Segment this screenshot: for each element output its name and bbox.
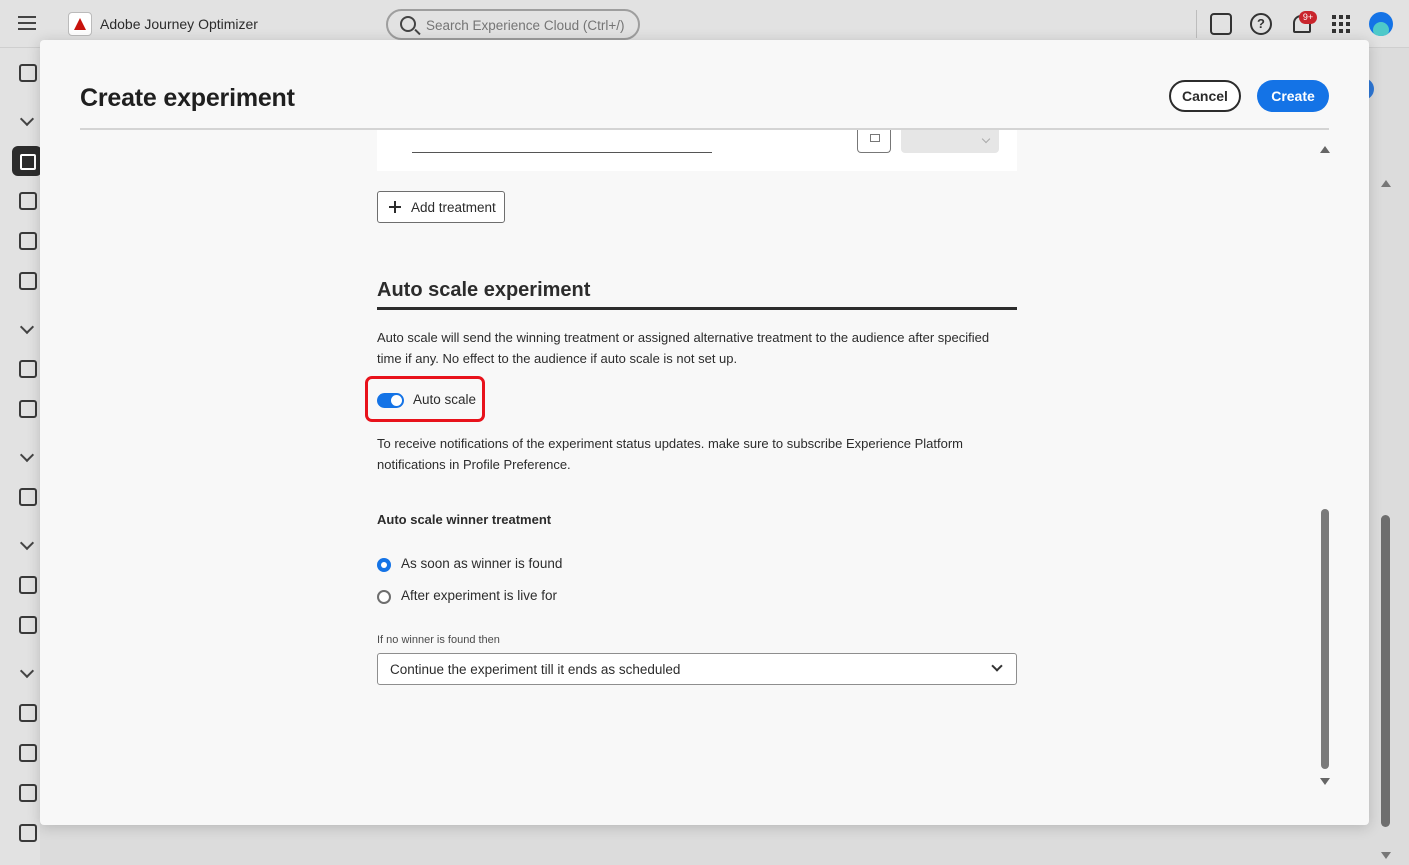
no-winner-value: Continue the experiment till it ends as … bbox=[390, 662, 681, 677]
add-treatment-label: Add treatment bbox=[411, 199, 496, 215]
decisioning-icon[interactable] bbox=[19, 232, 37, 250]
add-treatment-button[interactable]: Add treatment bbox=[377, 191, 505, 223]
auto-scale-toggle[interactable] bbox=[377, 393, 404, 408]
auto-scale-section-title: Auto scale experiment bbox=[377, 279, 591, 301]
apps-grid-icon[interactable] bbox=[1330, 13, 1352, 35]
notification-notice: To receive notifications of the experime… bbox=[377, 436, 964, 472]
offers-icon[interactable] bbox=[19, 360, 37, 378]
adobe-logo-icon[interactable] bbox=[68, 12, 92, 36]
chevron-down-icon[interactable] bbox=[19, 447, 35, 463]
chevron-down-icon[interactable] bbox=[19, 319, 35, 335]
treatment-picker[interactable] bbox=[901, 130, 999, 153]
menu-icon[interactable] bbox=[18, 16, 36, 30]
page-scroll-up-arrow[interactable] bbox=[1381, 180, 1391, 187]
chevron-down-icon[interactable] bbox=[19, 111, 35, 127]
treatment-name-field[interactable] bbox=[412, 152, 712, 153]
cancel-button[interactable]: Cancel bbox=[1169, 80, 1241, 112]
dialog-title: Create experiment bbox=[80, 84, 295, 112]
chevron-down-icon bbox=[991, 660, 1003, 672]
radio-winner-found[interactable] bbox=[377, 558, 391, 572]
left-rail bbox=[0, 48, 42, 865]
auto-scale-description: Auto scale will send the winning treatme… bbox=[377, 330, 990, 366]
plus-icon bbox=[389, 201, 401, 213]
app-name: Adobe Journey Optimizer bbox=[100, 16, 258, 32]
dialog-scrollbar[interactable] bbox=[1321, 509, 1329, 769]
toggle-knob bbox=[391, 395, 402, 406]
calendar-icon[interactable] bbox=[857, 130, 891, 153]
campaign-icon[interactable] bbox=[12, 146, 42, 176]
scroll-up-arrow[interactable] bbox=[1320, 146, 1330, 153]
no-winner-label: If no winner is found then bbox=[377, 634, 500, 646]
radio-live-for-label[interactable]: After experiment is live for bbox=[401, 588, 557, 603]
surfaces-icon[interactable] bbox=[19, 744, 37, 762]
search-input[interactable] bbox=[426, 15, 626, 35]
winner-treatment-heading: Auto scale winner treatment bbox=[377, 512, 552, 527]
create-experiment-dialog: Create experiment Cancel Create Add trea… bbox=[40, 40, 1369, 825]
notification-badge: 9+ bbox=[1299, 11, 1317, 24]
chat-icon[interactable] bbox=[1210, 13, 1232, 35]
search-icon bbox=[400, 16, 416, 32]
help-icon[interactable]: ? bbox=[1250, 13, 1272, 35]
create-button[interactable]: Create bbox=[1257, 80, 1329, 112]
chevron-down-icon[interactable] bbox=[19, 663, 35, 679]
section-divider bbox=[377, 307, 1017, 310]
page-scrollbar[interactable] bbox=[1381, 515, 1390, 827]
radio-winner-found-label[interactable]: As soon as winner is found bbox=[401, 556, 562, 571]
search-box[interactable] bbox=[386, 9, 640, 40]
alerts-icon[interactable] bbox=[19, 784, 37, 802]
home-icon[interactable] bbox=[19, 64, 37, 82]
page-scroll-down-arrow[interactable] bbox=[1381, 852, 1391, 859]
radio-live-for[interactable] bbox=[377, 590, 391, 604]
reports-icon[interactable] bbox=[19, 488, 37, 506]
more-icon[interactable] bbox=[19, 824, 37, 842]
toolbar-divider bbox=[1196, 10, 1197, 38]
scroll-down-arrow[interactable] bbox=[1320, 778, 1330, 785]
audiences-icon[interactable] bbox=[19, 576, 37, 594]
content-icon[interactable] bbox=[19, 272, 37, 290]
auto-scale-toggle-label[interactable]: Auto scale bbox=[413, 392, 476, 407]
profiles-icon[interactable] bbox=[19, 616, 37, 634]
no-winner-select[interactable]: Continue the experiment till it ends as … bbox=[377, 653, 1017, 685]
avatar[interactable] bbox=[1369, 12, 1393, 36]
channels-icon[interactable] bbox=[19, 704, 37, 722]
treatment-card bbox=[377, 130, 1017, 171]
chevron-down-icon[interactable] bbox=[19, 535, 35, 551]
journey-icon[interactable] bbox=[19, 192, 37, 210]
templates-icon[interactable] bbox=[19, 400, 37, 418]
